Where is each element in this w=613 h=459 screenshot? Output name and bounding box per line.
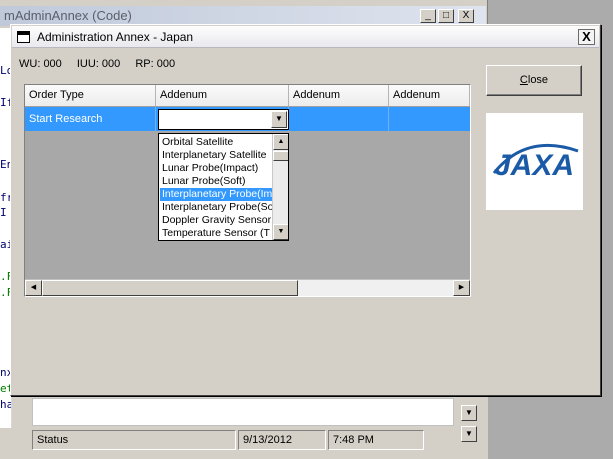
- list-item[interactable]: Temperature Sensor (T: [160, 227, 273, 240]
- status-date: 9/13/2012: [238, 430, 326, 450]
- list-item[interactable]: Orbital Satellite: [160, 136, 273, 149]
- column-header-addenum[interactable]: Addenum: [156, 85, 289, 106]
- wu-counter: WU: 000: [19, 58, 62, 70]
- column-header-addenum[interactable]: Addenum: [389, 85, 470, 106]
- chevron-left-icon[interactable]: ◀: [25, 280, 42, 296]
- minimize-button[interactable]: _: [420, 9, 436, 23]
- column-header-addenum[interactable]: Addenum: [289, 85, 389, 106]
- window-icon: [17, 31, 30, 43]
- cell-order-type[interactable]: Start Research: [25, 107, 156, 131]
- administration-annex-dialog: Administration Annex - Japan X WU: 000 I…: [10, 24, 601, 396]
- status-text: Status: [32, 430, 236, 450]
- chevron-up-icon[interactable]: ▲: [273, 134, 288, 150]
- list-item[interactable]: Lunar Probe(Impact): [160, 162, 273, 175]
- column-header-order-type[interactable]: Order Type: [25, 85, 156, 106]
- jaxa-logo: JAXA: [486, 113, 583, 210]
- close-icon[interactable]: X: [578, 29, 595, 45]
- chevron-right-icon[interactable]: ▶: [453, 280, 470, 296]
- iuu-counter: IUU: 000: [76, 58, 121, 70]
- status-time: 7:48 PM: [328, 430, 424, 450]
- scrollbar-thumb[interactable]: [42, 280, 298, 296]
- close-button-accelerator: C: [519, 74, 528, 86]
- close-button[interactable]: Close: [486, 65, 582, 96]
- rp-counter: RP: 000: [135, 58, 176, 70]
- list-item-selected[interactable]: Interplanetary Probe(Im: [160, 188, 273, 201]
- list-item[interactable]: Doppler Gravity Sensor: [160, 214, 273, 227]
- grid-header: Order Type Addenum Addenum Addenum: [25, 85, 470, 107]
- dialog-title-bar[interactable]: Administration Annex - Japan X: [12, 26, 599, 48]
- table-row[interactable]: Start Research ▼: [25, 107, 470, 131]
- code-line: han: [0, 398, 11, 411]
- chevron-down-icon[interactable]: ▼: [273, 224, 288, 240]
- logo-text: JAXA: [494, 149, 574, 182]
- maximize-button[interactable]: □: [438, 9, 454, 23]
- scrollbar-thumb[interactable]: [273, 151, 288, 161]
- close-button-label: lose: [527, 74, 549, 86]
- chevron-down-icon[interactable]: ▼: [461, 405, 477, 421]
- cell-addenum[interactable]: [389, 107, 470, 131]
- list-item[interactable]: Interplanetary Satellite: [160, 149, 273, 162]
- order-grid[interactable]: Order Type Addenum Addenum Addenum Start…: [24, 84, 471, 297]
- code-window-close-button[interactable]: X: [458, 9, 474, 23]
- counters: WU: 000 IUU: 000 RP: 000: [19, 58, 187, 70]
- dialog-title: Administration Annex - Japan: [37, 30, 194, 44]
- status-bar: Status 9/13/2012 7:48 PM: [32, 430, 460, 450]
- addenum-dropdown-list[interactable]: Orbital Satellite Interplanetary Satelli…: [158, 133, 289, 241]
- list-item[interactable]: Interplanetary Probe(So: [160, 201, 273, 214]
- code-line: I: [0, 206, 7, 219]
- addenum-combobox[interactable]: ▼: [158, 109, 289, 130]
- chevron-down-icon[interactable]: ▼: [461, 426, 477, 442]
- dropdown-scrollbar[interactable]: ▲ ▼: [272, 134, 288, 240]
- jaxa-logo-graphic: JAXA: [492, 143, 579, 182]
- form-area: [32, 398, 454, 426]
- grid-horizontal-scrollbar[interactable]: ◀ ▶: [25, 279, 470, 296]
- chevron-down-icon[interactable]: ▼: [271, 111, 287, 128]
- code-window-title: mAdminAnnex (Code): [0, 6, 486, 26]
- cell-addenum[interactable]: [289, 107, 389, 131]
- list-item[interactable]: Lunar Probe(Soft): [160, 175, 273, 188]
